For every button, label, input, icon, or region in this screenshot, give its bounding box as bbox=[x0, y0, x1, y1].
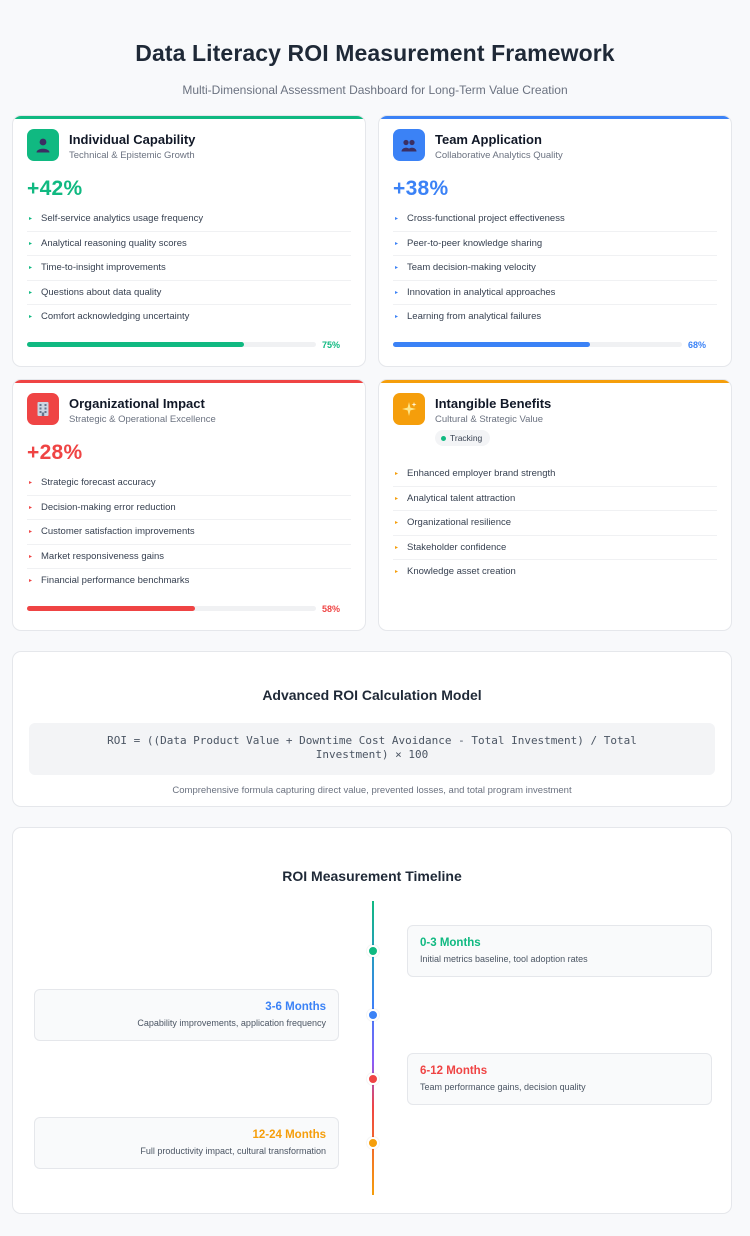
timeline-dot bbox=[367, 1009, 379, 1021]
metric-list: Self-service analytics usage frequency A… bbox=[27, 207, 351, 330]
metric-value: +38% bbox=[393, 177, 449, 200]
progress-fill bbox=[27, 606, 195, 612]
metric-list: Strategic forecast accuracy Decision-mak… bbox=[27, 471, 351, 594]
benefit-list: Enhanced employer brand strength Analyti… bbox=[393, 462, 717, 585]
list-item: Team decision-making velocity bbox=[393, 256, 717, 281]
list-item: Financial performance benchmarks bbox=[27, 569, 351, 594]
metric-value: +28% bbox=[27, 441, 83, 464]
progress-label: 58% bbox=[322, 603, 341, 614]
timeline-milestone: 12-24 Months Full productivity impact, c… bbox=[34, 1117, 339, 1169]
milestone-description: Team performance gains, decision quality bbox=[420, 1082, 586, 1092]
list-item: Time-to-insight improvements bbox=[27, 256, 351, 281]
list-item: Self-service analytics usage frequency bbox=[27, 207, 351, 232]
list-item: Analytical talent attraction bbox=[393, 487, 717, 512]
list-item: Cross-functional project effectiveness bbox=[393, 207, 717, 232]
progress-fill bbox=[393, 342, 590, 348]
card-subtitle: Strategic & Operational Excellence bbox=[69, 414, 216, 425]
tracking-badge: Tracking bbox=[435, 430, 491, 446]
card-title: Intangible Benefits bbox=[435, 396, 552, 411]
sparkles-icon bbox=[393, 393, 425, 425]
milestone-period: 0-3 Months bbox=[420, 937, 481, 949]
progress-track bbox=[27, 342, 316, 348]
progress-label: 75% bbox=[322, 339, 341, 350]
metric-value: +42% bbox=[27, 177, 83, 200]
progress-track bbox=[27, 606, 316, 612]
card-subtitle: Technical & Epistemic Growth bbox=[69, 150, 195, 161]
milestone-period: 6-12 Months bbox=[420, 1065, 488, 1077]
milestone-description: Full productivity impact, cultural trans… bbox=[140, 1146, 326, 1156]
card-intangible-benefits: Intangible Benefits Cultural & Strategic… bbox=[378, 379, 732, 631]
timeline-dot bbox=[367, 1137, 379, 1149]
formula-expression: ROI = ((Data Product Value + Downtime Co… bbox=[29, 723, 715, 775]
list-item: Enhanced employer brand strength bbox=[393, 462, 717, 487]
formula-title: Advanced ROI Calculation Model bbox=[262, 687, 482, 703]
milestone-period: 3-6 Months bbox=[265, 1001, 326, 1013]
card-title: Organizational Impact bbox=[69, 396, 205, 411]
status-dot-icon bbox=[441, 435, 446, 441]
list-item: Organizational resilience bbox=[393, 511, 717, 536]
page-subtitle: Multi-Dimensional Assessment Dashboard f… bbox=[182, 83, 568, 97]
milestone-description: Initial metrics baseline, tool adoption … bbox=[420, 954, 588, 964]
list-item: Stakeholder confidence bbox=[393, 536, 717, 561]
progress-row: 58% bbox=[27, 604, 351, 614]
card-subtitle: Collaborative Analytics Quality bbox=[435, 150, 563, 161]
roi-formula-card: Advanced ROI Calculation Model ROI = ((D… bbox=[12, 651, 732, 807]
timeline-dot bbox=[367, 945, 379, 957]
badge-label: Tracking bbox=[450, 433, 483, 443]
timeline-card: ROI Measurement Timeline 0-3 Months Init… bbox=[12, 827, 732, 1214]
metric-list: Cross-functional project effectiveness P… bbox=[393, 207, 717, 330]
list-item: Innovation in analytical approaches bbox=[393, 281, 717, 306]
card-individual-capability: Individual Capability Technical & Episte… bbox=[12, 115, 366, 367]
card-organizational-impact: Organizational Impact Strategic & Operat… bbox=[12, 379, 366, 631]
card-team-application: Team Application Collaborative Analytics… bbox=[378, 115, 732, 367]
timeline-milestone: 3-6 Months Capability improvements, appl… bbox=[34, 989, 339, 1041]
people-icon bbox=[393, 129, 425, 161]
list-item: Questions about data quality bbox=[27, 281, 351, 306]
progress-row: 68% bbox=[393, 340, 717, 350]
timeline-dot bbox=[367, 1073, 379, 1085]
list-item: Knowledge asset creation bbox=[393, 560, 717, 585]
card-title: Individual Capability bbox=[69, 132, 196, 147]
timeline-milestone: 0-3 Months Initial metrics baseline, too… bbox=[407, 925, 712, 977]
progress-row: 75% bbox=[27, 340, 351, 350]
progress-track bbox=[393, 342, 682, 348]
list-item: Market responsiveness gains bbox=[27, 545, 351, 570]
dimension-grid: Individual Capability Technical & Episte… bbox=[12, 115, 732, 631]
list-item: Peer-to-peer knowledge sharing bbox=[393, 232, 717, 257]
list-item: Customer satisfaction improvements bbox=[27, 520, 351, 545]
person-icon bbox=[27, 129, 59, 161]
progress-label: 68% bbox=[688, 339, 707, 350]
list-item: Comfort acknowledging uncertainty bbox=[27, 305, 351, 330]
building-icon bbox=[27, 393, 59, 425]
timeline-title: ROI Measurement Timeline bbox=[282, 868, 462, 884]
card-title: Team Application bbox=[435, 132, 542, 147]
timeline-milestone: 6-12 Months Team performance gains, deci… bbox=[407, 1053, 712, 1105]
progress-fill bbox=[27, 342, 244, 348]
milestone-description: Capability improvements, application fre… bbox=[137, 1018, 326, 1028]
page-header: Data Literacy ROI Measurement Framework … bbox=[0, 0, 750, 97]
page-title: Data Literacy ROI Measurement Framework bbox=[135, 40, 615, 66]
list-item: Strategic forecast accuracy bbox=[27, 471, 351, 496]
list-item: Analytical reasoning quality scores bbox=[27, 232, 351, 257]
card-subtitle: Cultural & Strategic Value bbox=[435, 414, 544, 425]
list-item: Learning from analytical failures bbox=[393, 305, 717, 330]
milestone-period: 12-24 Months bbox=[252, 1129, 327, 1141]
formula-note: Comprehensive formula capturing direct v… bbox=[172, 785, 572, 796]
list-item: Decision-making error reduction bbox=[27, 496, 351, 521]
